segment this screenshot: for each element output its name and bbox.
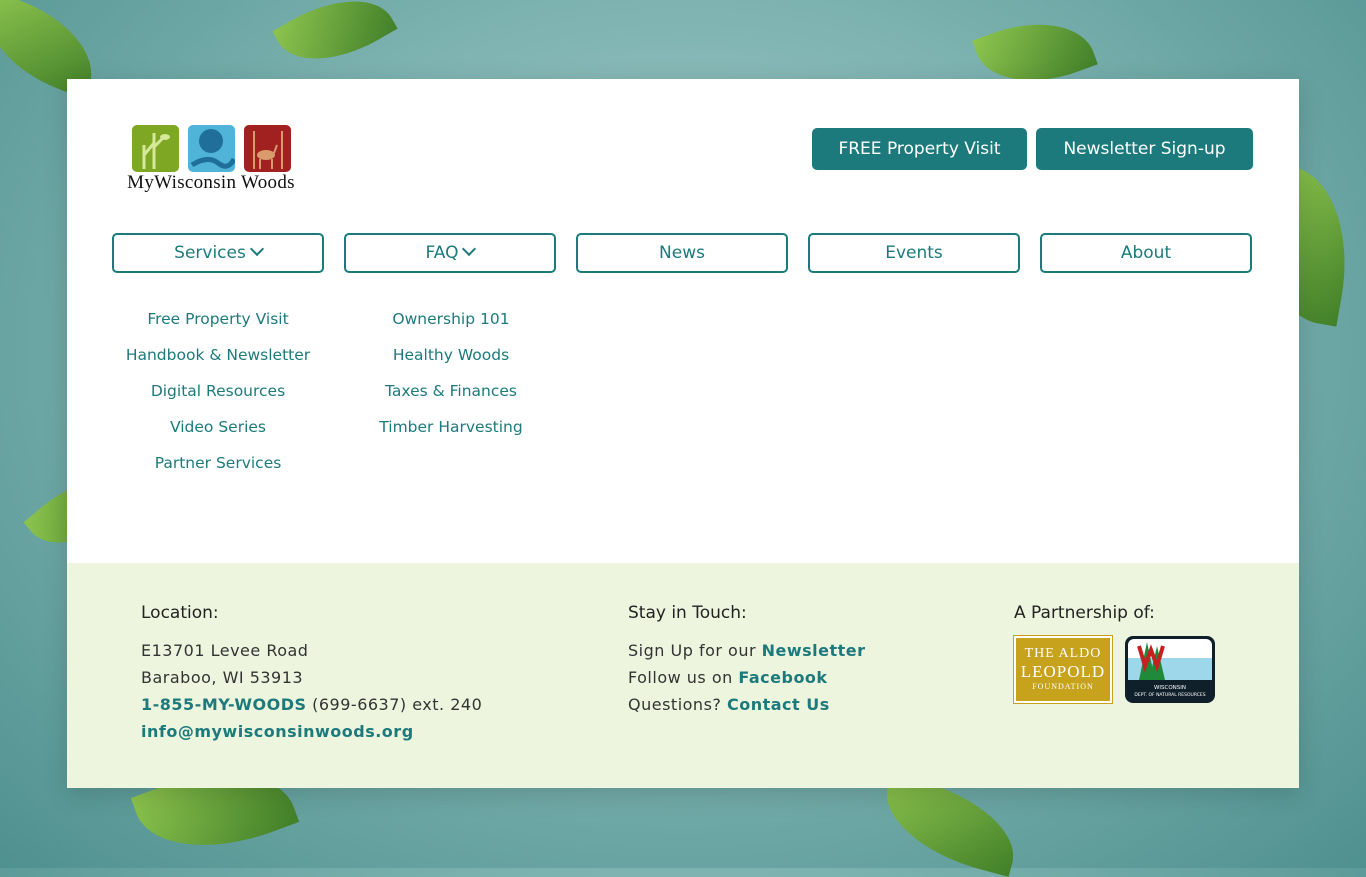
nav-services-label: Services [174,243,246,263]
partnership-heading: A Partnership of: [1014,603,1155,623]
submenu-video-series[interactable]: Video Series [102,409,334,445]
footer-location: Location: E13701 Levee Road Baraboo, WI … [141,603,482,745]
phone-line: 1-855-MY-WOODS (699-6637) ext. 240 [141,691,482,718]
submenu-free-property-visit[interactable]: Free Property Visit [102,301,334,337]
submenu-handbook-newsletter[interactable]: Handbook & Newsletter [102,337,334,373]
submenu-healthy-woods[interactable]: Healthy Woods [335,337,567,373]
newsletter-line: Sign Up for our Newsletter [628,637,866,664]
nav-faq-label: FAQ [425,243,459,263]
contact-us-link[interactable]: Contact Us [727,695,830,714]
location-heading: Location: [141,603,219,623]
contact-prefix: Questions? [628,695,727,714]
nav-about-label: About [1120,243,1172,263]
footer-stay-in-touch: Stay in Touch: Sign Up for our Newslette… [628,603,866,718]
dnr-line-1: WISCONSIN [1154,685,1186,691]
free-property-visit-button[interactable]: FREE Property Visit [812,128,1027,170]
submenu-taxes-finances[interactable]: Taxes & Finances [335,373,567,409]
phone-extension: (699-6637) ext. 240 [306,695,483,714]
site-footer: Location: E13701 Levee Road Baraboo, WI … [67,563,1299,788]
nav-events-label: Events [885,243,943,263]
nav-news[interactable]: News [576,233,788,273]
aldo-line-3: FOUNDATION [1032,682,1094,691]
wisconsin-dnr-logo[interactable]: WISCONSIN DEPT. OF NATURAL RESOURCES [1125,636,1215,703]
dnr-emblem-icon: WISCONSIN DEPT. OF NATURAL RESOURCES [1128,639,1212,700]
submenu-partner-services[interactable]: Partner Services [102,445,334,481]
facebook-prefix: Follow us on [628,668,739,687]
leaf-decoration [272,0,398,84]
nav-faq[interactable]: FAQ [344,233,556,273]
email-line: info@mywisconsinwoods.org [141,718,482,745]
newsletter-link[interactable]: Newsletter [762,641,866,660]
chevron-down-icon [462,241,477,257]
footer-partnership: A Partnership of: [1014,603,1155,637]
page-card: MyWisconsin Woods FREE Property Visit Ne… [67,79,1299,788]
bird-tile-icon [132,125,179,172]
address-line-1: E13701 Levee Road [141,641,309,660]
email-link[interactable]: info@mywisconsinwoods.org [141,722,414,741]
faq-submenu: Ownership 101 Healthy Woods Taxes & Fina… [335,301,567,445]
facebook-line: Follow us on Facebook [628,664,866,691]
services-submenu: Free Property Visit Handbook & Newslette… [102,301,334,481]
newsletter-prefix: Sign Up for our [628,641,762,660]
submenu-timber-harvesting[interactable]: Timber Harvesting [335,409,567,445]
deer-tile-icon [244,125,291,172]
submenu-ownership-101[interactable]: Ownership 101 [335,301,567,337]
nav-news-label: News [659,243,705,263]
river-tile-icon [188,125,235,172]
newsletter-signup-button[interactable]: Newsletter Sign-up [1036,128,1253,170]
phone-link[interactable]: 1-855-MY-WOODS [141,695,307,714]
dnr-line-2: DEPT. OF NATURAL RESOURCES [1134,692,1205,698]
aldo-leopold-logo[interactable]: THE ALDO LEOPOLD FOUNDATION [1013,635,1113,704]
chevron-down-icon [249,241,264,257]
aldo-line-2: LEOPOLD [1020,662,1106,681]
address-line-2: Baraboo, WI 53913 [141,668,304,687]
submenu-digital-resources[interactable]: Digital Resources [102,373,334,409]
aldo-line-1: THE ALDO [1024,646,1102,661]
nav-events[interactable]: Events [808,233,1020,273]
touch-heading: Stay in Touch: [628,603,747,623]
leaf-decoration [873,773,1027,877]
nav-services[interactable]: Services [112,233,324,273]
facebook-link[interactable]: Facebook [738,668,827,687]
site-logo[interactable]: MyWisconsin Woods [113,125,309,200]
contact-line: Questions? Contact Us [628,691,866,718]
nav-about[interactable]: About [1040,233,1252,273]
logo-wordmark: MyWisconsin Woods [127,172,295,193]
